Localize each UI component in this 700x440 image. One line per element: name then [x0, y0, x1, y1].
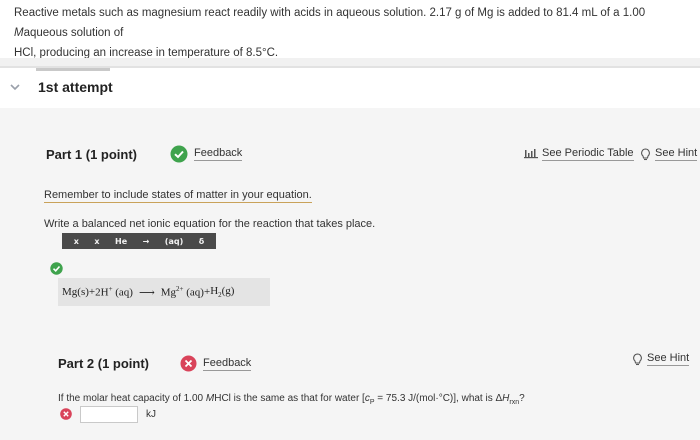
part1-see-hint-link[interactable]: See Hint — [640, 147, 698, 161]
question-line-1: Reactive metals such as magnesium react … — [14, 7, 646, 39]
part2-feedback[interactable]: Feedback — [180, 355, 252, 372]
attempt-label: 1st attempt — [38, 79, 113, 95]
part2-feedback-link[interactable]: Feedback — [203, 357, 252, 371]
toolbar-arrow-button[interactable]: → — [143, 237, 150, 246]
toolbar-element-button[interactable]: He — [115, 237, 127, 246]
see-periodic-table-label[interactable]: See Periodic Table — [542, 147, 634, 161]
periodic-table-icon — [524, 149, 538, 159]
eq-mg-solid: Mg(s) — [62, 286, 89, 298]
question-text: Reactive metals such as magnesium react … — [14, 3, 694, 63]
reaction-arrow-icon: ⟶ — [138, 286, 155, 299]
part1-feedback[interactable]: Feedback — [170, 145, 243, 163]
part2-question: If the molar heat capacity of 1.00 MHCl … — [58, 393, 525, 406]
enthalpy-unit-label: kJ — [146, 409, 156, 420]
part1-feedback-link[interactable]: Feedback — [194, 147, 243, 161]
answer-correct-icon — [50, 262, 63, 275]
enthalpy-answer-input[interactable] — [80, 406, 138, 423]
eq-mg-ion: Mg2+ (aq) — [160, 285, 204, 299]
toolbar-delta-button[interactable]: δ — [199, 237, 205, 246]
toolbar-superscript-button[interactable]: x — [94, 237, 99, 246]
lightbulb-icon — [641, 147, 650, 160]
x-circle-icon — [180, 355, 197, 372]
part2-title: Part 2 (1 point) — [58, 356, 150, 371]
part1-instruction: Write a balanced net ionic equation for … — [44, 218, 376, 230]
states-reminder: Remember to include states of matter in … — [44, 189, 312, 203]
part1-title: Part 1 (1 point) — [46, 147, 138, 162]
answer-incorrect-icon — [60, 408, 72, 420]
attempt-header[interactable]: 1st attempt — [0, 68, 700, 108]
see-periodic-table-link[interactable]: See Periodic Table — [524, 147, 634, 161]
part2-see-hint-label[interactable]: See Hint — [647, 352, 690, 366]
toolbar-state-button[interactable]: (aq) — [165, 237, 183, 246]
check-circle-icon — [170, 145, 188, 163]
attempt-tab-indicator — [36, 68, 110, 71]
part2-see-hint-link[interactable]: See Hint — [632, 352, 690, 366]
chevron-down-icon[interactable] — [8, 80, 22, 94]
eq-h-ion: 2H+ (aq) — [95, 285, 133, 299]
lightbulb-icon — [633, 352, 642, 365]
toolbar-subscript-button[interactable]: x — [74, 237, 79, 246]
equation-toolbar: x x He → (aq) δ — [62, 233, 216, 249]
part1-see-hint-label[interactable]: See Hint — [655, 147, 698, 161]
eq-h2-gas: H2(g) — [210, 284, 235, 300]
part1-answer-box[interactable]: Mg(s) + 2H+ (aq) ⟶ Mg2+ (aq) + H2(g) — [58, 278, 270, 306]
